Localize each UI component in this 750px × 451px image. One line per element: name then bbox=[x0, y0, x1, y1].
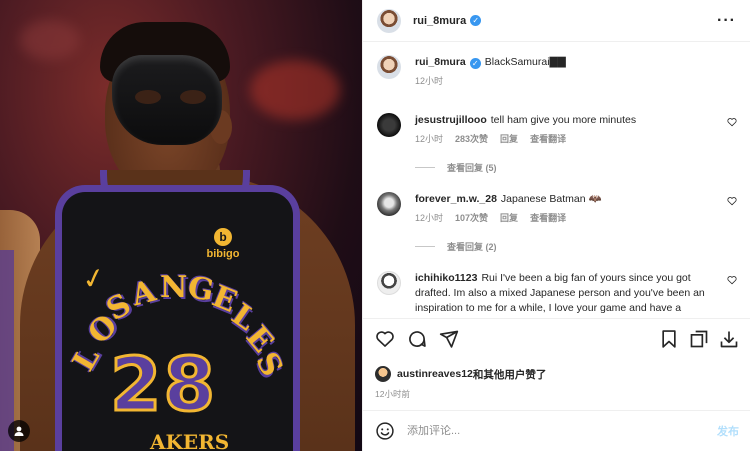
player-eye bbox=[135, 90, 161, 104]
post-photo[interactable]: ✓ b bibigo L O S A N G E L E S 28 AKERS bbox=[0, 0, 362, 451]
comment-item: jesustrujillooo tell ham give you more mi… bbox=[377, 113, 737, 147]
comment-like-count[interactable]: 283次赞 bbox=[455, 132, 488, 147]
comment-text: Japanese Batman 🦇 bbox=[500, 193, 602, 205]
post-detail-panel: rui_8mura ✓ ··· rui_8mura ✓ BlackSamurai▇▇… bbox=[362, 0, 750, 451]
sponsor-text: bibigo bbox=[206, 248, 240, 260]
face-mask bbox=[112, 55, 222, 145]
reply-button[interactable]: 回复 bbox=[500, 132, 518, 147]
comment-like-count[interactable]: 107次赞 bbox=[455, 211, 488, 226]
caption-text: BlackSamurai▇▇ bbox=[484, 56, 566, 68]
download-icon[interactable] bbox=[719, 329, 739, 349]
commenter-avatar[interactable] bbox=[377, 192, 401, 216]
heart-icon[interactable] bbox=[727, 117, 737, 127]
commenter-avatar[interactable] bbox=[377, 113, 401, 137]
jersey-letter: L bbox=[66, 341, 107, 378]
post-actions-bar bbox=[363, 318, 750, 358]
reply-button[interactable]: 回复 bbox=[500, 211, 518, 226]
comment-item: forever_m.w._28 Japanese Batman 🦇 12小时 10… bbox=[377, 192, 737, 226]
post-comment-button[interactable]: 发布 bbox=[717, 423, 739, 439]
comment-icon[interactable] bbox=[407, 329, 427, 349]
comment-item: ichihiko1123 Rui I've been a big fan of y… bbox=[377, 271, 737, 313]
jersey-letter: N bbox=[160, 270, 188, 305]
commenter-avatar[interactable] bbox=[377, 271, 401, 295]
liker-avatar bbox=[375, 366, 391, 382]
author-username[interactable]: rui_8mura bbox=[413, 15, 466, 27]
jersey-letter: A bbox=[127, 273, 160, 314]
view-replies-button[interactable]: 查看回复 (5) bbox=[415, 161, 737, 174]
liker-username[interactable]: austinreaves12 bbox=[397, 368, 473, 380]
post-header: rui_8mura ✓ ··· bbox=[363, 0, 750, 42]
comment-text: tell ham give you more minutes bbox=[490, 114, 637, 126]
likes-summary[interactable]: austinreaves12 和其他用户赞了 bbox=[375, 366, 546, 382]
jersey-number: 28 bbox=[109, 341, 217, 430]
sponsor-logo-icon: b bbox=[214, 228, 232, 246]
tagged-users-button[interactable] bbox=[8, 420, 30, 442]
translate-button[interactable]: 查看翻译 bbox=[530, 211, 566, 226]
smiley-icon[interactable] bbox=[375, 421, 395, 441]
translate-button[interactable]: 查看翻译 bbox=[530, 132, 566, 147]
comment-time: 12小时 bbox=[415, 213, 444, 223]
heart-icon[interactable] bbox=[727, 196, 737, 206]
background-light bbox=[250, 60, 340, 120]
caption: rui_8mura ✓ BlackSamurai▇▇ 12小时 bbox=[377, 55, 737, 89]
user-icon bbox=[14, 426, 24, 436]
comments-list[interactable]: rui_8mura ✓ BlackSamurai▇▇ 12小时 jesustruji… bbox=[363, 43, 750, 313]
background-light bbox=[20, 20, 80, 60]
comment-input[interactable] bbox=[407, 425, 709, 437]
heart-icon[interactable] bbox=[727, 275, 737, 285]
more-horizontal-icon[interactable]: ··· bbox=[717, 12, 736, 30]
jersey-bottom-text: AKERS bbox=[150, 430, 230, 451]
comment-username[interactable]: ichihiko1123 bbox=[415, 272, 477, 284]
send-icon[interactable] bbox=[439, 329, 459, 349]
heart-icon[interactable] bbox=[375, 329, 395, 349]
verified-badge-icon: ✓ bbox=[470, 15, 482, 26]
comment-time: 12小时 bbox=[415, 134, 444, 144]
comment-username[interactable]: jesustrujillooo bbox=[415, 114, 487, 126]
comment-username[interactable]: forever_m.w._28 bbox=[415, 193, 497, 205]
view-replies-button[interactable]: 查看回复 (2) bbox=[415, 240, 737, 253]
post-timestamp: 12小时前 bbox=[375, 389, 410, 399]
teammate-jersey bbox=[0, 250, 14, 451]
verified-badge-icon: ✓ bbox=[469, 58, 481, 69]
author-avatar[interactable] bbox=[377, 8, 401, 33]
bookmark-icon[interactable] bbox=[659, 329, 679, 349]
caption-author-avatar[interactable] bbox=[377, 55, 401, 79]
caption-time: 12小时 bbox=[415, 76, 444, 86]
likes-suffix: 和其他用户赞了 bbox=[472, 368, 547, 381]
copy-icon[interactable] bbox=[689, 329, 709, 349]
sponsor-patch: b bibigo bbox=[200, 228, 246, 260]
add-comment-bar: 发布 bbox=[363, 410, 750, 451]
caption-author[interactable]: rui_8mura bbox=[415, 56, 466, 68]
player-eye bbox=[180, 90, 206, 104]
